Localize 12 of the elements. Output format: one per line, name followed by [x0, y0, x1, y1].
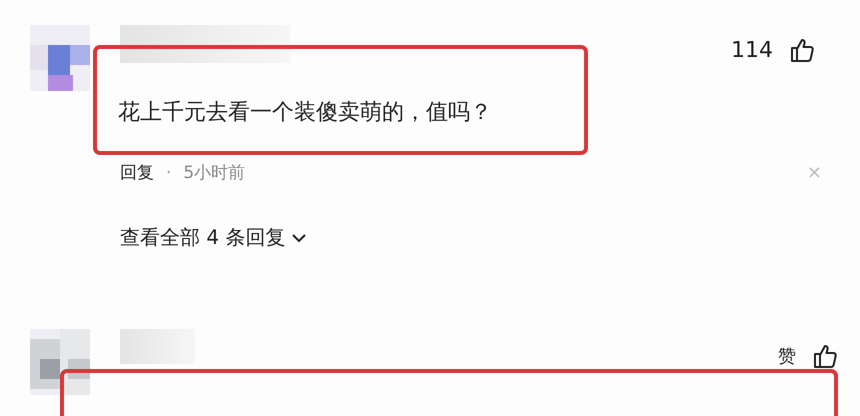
- separator: ·: [166, 162, 172, 182]
- avatar[interactable]: [30, 329, 90, 395]
- timestamp: 5小时前: [183, 162, 246, 184]
- reply-link[interactable]: 回复: [120, 161, 154, 184]
- thumbs-up-icon[interactable]: [789, 37, 815, 63]
- thumbs-up-icon[interactable]: [812, 343, 838, 369]
- view-replies-link[interactable]: 查看全部 4 条回复: [120, 224, 308, 251]
- like-count[interactable]: 114: [731, 38, 773, 62]
- like-count[interactable]: 赞: [778, 344, 796, 368]
- avatar[interactable]: [30, 25, 90, 91]
- comment-text: 花上千元去看一个装傻卖萌的，值吗？: [118, 100, 492, 125]
- chevron-down-icon: [291, 232, 308, 242]
